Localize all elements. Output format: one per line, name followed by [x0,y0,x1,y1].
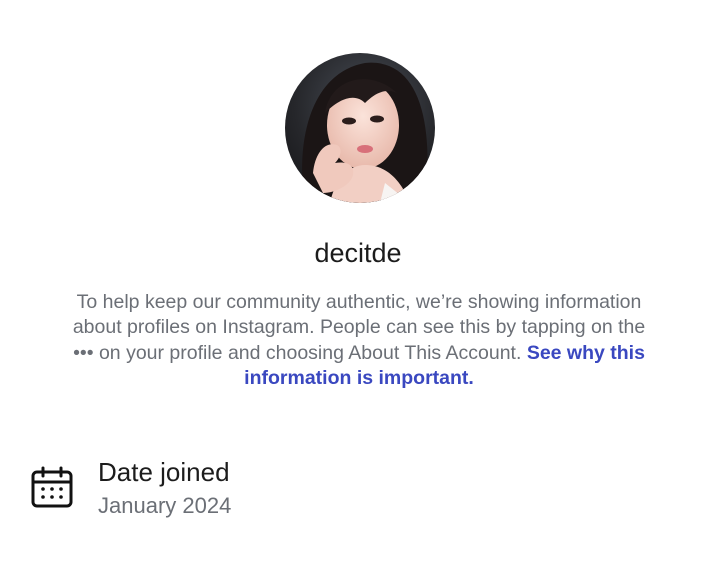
calendar-icon [31,466,73,508]
date-joined-label: Date joined [98,457,230,487]
avatar-image [285,53,435,203]
date-joined-value: January 2024 [98,493,232,518]
profile-username: decitde [314,238,402,268]
profile-avatar[interactable] [285,53,435,203]
date-joined-row: Date joined January 2024 [30,456,430,526]
about-description: To help keep our community authentic, we… [62,290,656,391]
